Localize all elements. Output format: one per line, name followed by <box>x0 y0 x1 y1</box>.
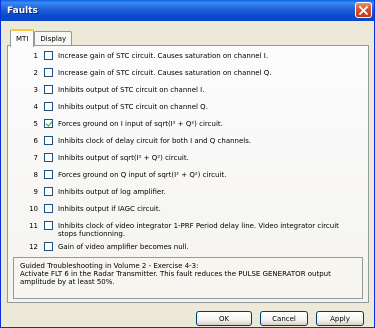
fault-checkbox-1[interactable] <box>44 51 53 60</box>
fault-row-12: 12 Gain of video amplifier becomes null. <box>13 241 364 257</box>
fault-row-3: 3 Inhibits output of STC circuit on chan… <box>13 84 364 100</box>
fault-label: Inhibits output if IAGC circuit. <box>58 205 161 213</box>
fault-number: 8 <box>33 171 38 179</box>
fault-list: 1 Increase gain of STC circuit. Causes s… <box>13 50 364 255</box>
fault-label: Forces ground on Q input of sqrt(I² + Q²… <box>58 171 227 179</box>
fault-row-6: 6 Inhibits clock of delay circuit for bo… <box>13 135 364 151</box>
close-icon <box>359 5 368 15</box>
cancel-button[interactable]: Cancel <box>260 311 308 326</box>
fault-checkbox-12[interactable] <box>44 242 53 251</box>
apply-button[interactable]: Apply <box>316 311 364 326</box>
guided-troubleshooting-info: Guided Troubleshooting in Volume 2 - Exe… <box>13 257 363 299</box>
dialog-buttons: OK Cancel Apply <box>196 311 364 326</box>
fault-number: 6 <box>33 137 38 145</box>
fault-number: 5 <box>33 120 38 128</box>
fault-label: Increase gain of STC circuit. Causes sat… <box>58 69 272 77</box>
fault-label: Increase gain of STC circuit. Causes sat… <box>58 52 269 60</box>
fault-number: 1 <box>33 52 38 60</box>
fault-row-1: 1 Increase gain of STC circuit. Causes s… <box>13 50 364 66</box>
fault-label: Inhibits output of sqrt(I² + Q²) circuit… <box>58 154 189 162</box>
fault-checkbox-2[interactable] <box>44 68 53 77</box>
fault-number: 3 <box>33 86 38 94</box>
fault-label: Inhibits output of STC circuit on channe… <box>58 103 208 111</box>
fault-checkbox-8[interactable] <box>44 170 53 179</box>
fault-checkbox-7[interactable] <box>44 153 53 162</box>
fault-number: 7 <box>33 154 38 162</box>
faults-dialog: Faults MTI Display 1 Increase gain of ST… <box>0 0 375 328</box>
fault-checkbox-11[interactable] <box>44 221 53 230</box>
fault-row-9: 9 Inhibits output of log amplifier. <box>13 186 364 202</box>
tab-strip: MTI Display <box>10 29 73 47</box>
fault-label: Inhibits output of STC circuit on channe… <box>58 86 205 94</box>
fault-row-11: 11 Inhibits clock of video integrator 1-… <box>13 220 364 240</box>
fault-checkbox-10[interactable] <box>44 204 53 213</box>
fault-row-7: 7 Inhibits output of sqrt(I² + Q²) circu… <box>13 152 364 168</box>
fault-number: 9 <box>33 188 38 196</box>
fault-checkbox-3[interactable] <box>44 85 53 94</box>
fault-label: Inhibits clock of delay circuit for both… <box>58 137 252 145</box>
fault-row-4: 4 Inhibits output of STC circuit on chan… <box>13 101 364 117</box>
fault-number: 2 <box>33 69 38 77</box>
fault-label: Inhibits clock of video integrator 1-PRF… <box>58 222 339 238</box>
ok-button[interactable]: OK <box>196 311 252 326</box>
fault-checkbox-6[interactable] <box>44 136 53 145</box>
fault-number: 4 <box>33 103 38 111</box>
close-button[interactable] <box>355 2 372 18</box>
fault-number: 12 <box>29 243 38 251</box>
fault-row-8: 8 Forces ground on Q input of sqrt(I² + … <box>13 169 364 185</box>
fault-number: 10 <box>29 205 38 213</box>
fault-checkbox-4[interactable] <box>44 102 53 111</box>
fault-checkbox-9[interactable] <box>44 187 53 196</box>
fault-checkbox-5[interactable] <box>44 119 53 128</box>
info-text: Activate FLT 6 in the Radar Transmitter.… <box>20 270 331 286</box>
window-title: Faults <box>7 5 38 16</box>
tab-mti[interactable]: MTI <box>10 29 35 47</box>
title-bar[interactable]: Faults <box>1 0 374 21</box>
fault-row-10: 10 Inhibits output if IAGC circuit. <box>13 203 364 219</box>
fault-label: Inhibits output of log amplifier. <box>58 188 166 196</box>
fault-label: Gain of video amplifier becomes null. <box>58 243 189 251</box>
tab-display[interactable]: Display <box>34 31 73 46</box>
fault-row-5: 5 Forces ground on I input of sqrt(I² + … <box>13 118 364 134</box>
info-heading: Guided Troubleshooting in Volume 2 - Exe… <box>20 262 199 270</box>
tab-panel: 1 Increase gain of STC circuit. Causes s… <box>7 45 369 303</box>
fault-number: 11 <box>29 222 38 230</box>
fault-row-2: 2 Increase gain of STC circuit. Causes s… <box>13 67 364 83</box>
fault-label: Forces ground on I input of sqrt(I² + Q²… <box>58 120 223 128</box>
